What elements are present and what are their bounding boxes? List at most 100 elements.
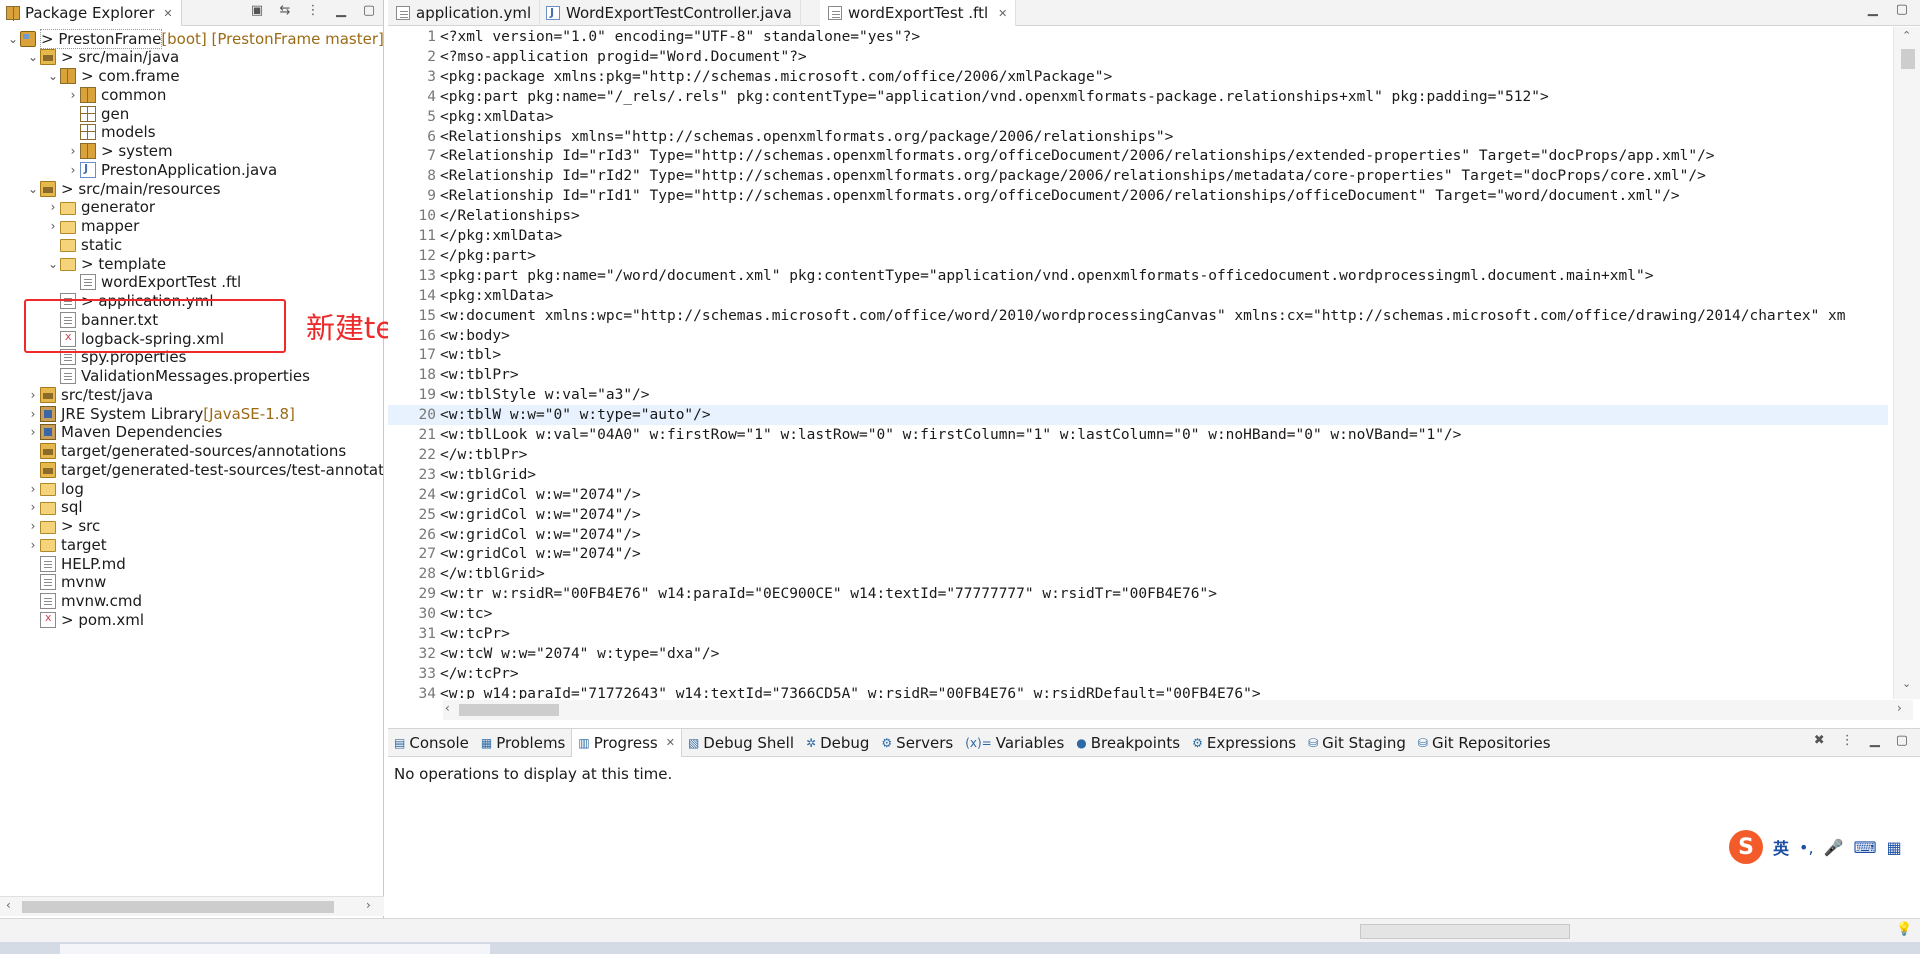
chevron-right-icon[interactable]: › [46, 200, 60, 214]
scroll-left-icon[interactable]: ‹ [445, 701, 450, 715]
chevron-right-icon[interactable]: › [26, 519, 40, 533]
code-line[interactable]: 29 <w:tr w:rsidR="00FB4E76" w14:paraId="0… [388, 584, 1888, 604]
scroll-right-icon[interactable]: › [366, 898, 371, 912]
tab-variables[interactable]: (x)= Variables [959, 729, 1070, 757]
chevron-right-icon[interactable]: › [26, 388, 40, 402]
code-line[interactable]: 31 <w:tcPr> [388, 624, 1888, 644]
code-line[interactable]: 12 </pkg:part> [388, 246, 1888, 266]
tab-breakpoints[interactable]: ● Breakpoints [1070, 729, 1186, 757]
code-line[interactable]: 17 <w:tbl> [388, 345, 1888, 365]
view-menu-icon[interactable]: ⋮ [1841, 733, 1854, 748]
code-line[interactable]: 26 <w:gridCol w:w="2074"/> [388, 525, 1888, 545]
minimize-icon[interactable]: ▁ [1870, 733, 1880, 748]
code-line[interactable]: 10 </Relationships> [388, 206, 1888, 226]
editor-tab-0[interactable]: application.yml [388, 0, 541, 26]
scrollbar-thumb[interactable] [459, 704, 559, 716]
editor-tab-2[interactable]: wordExportTest .ftl ✕ [820, 0, 1017, 26]
tab-problems[interactable]: ▦ Problems [475, 729, 571, 757]
chevron-down-icon[interactable]: ⌄ [26, 50, 40, 64]
link-editor-icon[interactable]: ⇆ [277, 3, 293, 18]
code-line[interactable]: 22 </w:tblPr> [388, 445, 1888, 465]
ime-toolbar[interactable]: S 英 •, 🎤 ⌨ ▦ [1729, 830, 1902, 864]
code-line[interactable]: 3 <pkg:package xmlns:pkg="http://schemas.… [388, 67, 1888, 87]
editor-vertical-scrollbar[interactable]: ⌃ ⌄ [1893, 27, 1920, 699]
close-icon[interactable]: ✕ [998, 7, 1007, 20]
code-line[interactable]: 24 <w:gridCol w:w="2074"/> [388, 485, 1888, 505]
code-line[interactable]: 25 <w:gridCol w:w="2074"/> [388, 505, 1888, 525]
code-line[interactable]: 32 <w:tcW w:w="2074" w:type="dxa"/> [388, 644, 1888, 664]
close-icon[interactable]: ✕ [666, 736, 675, 749]
chevron-right-icon[interactable]: › [26, 538, 40, 552]
view-menu-icon[interactable]: ⋮ [305, 3, 321, 18]
maximize-icon[interactable]: ▢ [1896, 2, 1908, 17]
code-line[interactable]: 8 <Relationship Id="rId2" Type="http://sc… [388, 166, 1888, 186]
chevron-down-icon[interactable]: ⌄ [46, 257, 60, 271]
chevron-right-icon[interactable]: › [66, 144, 80, 158]
collapse-all-icon[interactable]: ▣ [249, 3, 265, 18]
chevron-right-icon[interactable]: › [66, 88, 80, 102]
chevron-right-icon[interactable]: › [26, 407, 40, 421]
punctuation-icon[interactable]: •, [1799, 838, 1814, 857]
sogou-logo-icon[interactable]: S [1729, 830, 1763, 864]
code-line[interactable]: 34 <w:p w14:paraId="71772643" w14:textId=… [388, 684, 1888, 699]
scroll-down-icon[interactable]: ⌄ [1902, 677, 1911, 690]
taskbar-window[interactable] [60, 944, 490, 954]
chevron-down-icon[interactable]: ⌄ [46, 69, 60, 83]
scroll-left-icon[interactable]: ‹ [6, 898, 11, 912]
tab-debug-shell[interactable]: ▧ Debug Shell [682, 729, 800, 757]
tree-item-file-pom-xml[interactable]: > pom.xml [0, 608, 383, 631]
minimize-icon[interactable]: ▁ [333, 3, 349, 18]
scrollbar-thumb[interactable] [1901, 49, 1915, 69]
scroll-right-icon[interactable]: › [1897, 701, 1902, 715]
chevron-right-icon[interactable]: › [26, 482, 40, 496]
editor-horizontal-scrollbar[interactable]: ‹ › [443, 700, 1913, 720]
tab-expressions[interactable]: ⚙ Expressions [1186, 729, 1302, 757]
tab-debug[interactable]: ✲ Debug [800, 729, 875, 757]
code-line[interactable]: 1 <?xml version="1.0" encoding="UTF-8" st… [388, 27, 1888, 47]
scrollbar-thumb[interactable] [22, 901, 334, 913]
tab-progress[interactable]: ▥ Progress ✕ [571, 728, 682, 757]
code-line[interactable]: 23 <w:tblGrid> [388, 465, 1888, 485]
ime-language[interactable]: 英 [1773, 835, 1789, 859]
code-line[interactable]: 13 <pkg:part pkg:name="/word/document.xml… [388, 266, 1888, 286]
microphone-icon[interactable]: 🎤 [1824, 838, 1844, 857]
code-line[interactable]: 18 <w:tblPr> [388, 365, 1888, 385]
code-line[interactable]: 30 <w:tc> [388, 604, 1888, 624]
chevron-down-icon[interactable]: ⌄ [26, 182, 40, 196]
scroll-up-icon[interactable]: ⌃ [1902, 29, 1911, 42]
code-line[interactable]: 16 <w:body> [388, 326, 1888, 346]
maximize-icon[interactable]: ▢ [1896, 733, 1908, 748]
code-line[interactable]: 20 <w:tblW w:w="0" w:type="auto"/> [388, 405, 1888, 426]
close-icon[interactable]: ✕ [163, 7, 172, 20]
tab-git-repositories[interactable]: ⛁ Git Repositories [1412, 729, 1557, 757]
tab-git-staging[interactable]: ⛁ Git Staging [1302, 729, 1412, 757]
chevron-right-icon[interactable]: › [26, 425, 40, 439]
code-line[interactable]: 28 </w:tblGrid> [388, 564, 1888, 584]
code-line[interactable]: 9 <Relationship Id="rId1" Type="http://sc… [388, 186, 1888, 206]
chevron-right-icon[interactable]: › [46, 219, 60, 233]
code-line[interactable]: 33 </w:tcPr> [388, 664, 1888, 684]
tab-package-explorer[interactable]: Package Explorer ✕ [0, 0, 182, 26]
chevron-right-icon[interactable]: › [26, 500, 40, 514]
code-line[interactable]: 21 <w:tblLook w:val="04A0" w:firstRow="1"… [388, 425, 1888, 445]
editor-tab-1[interactable]: WordExportTestController.java [538, 0, 801, 26]
code-line[interactable]: 5 <pkg:xmlData> [388, 107, 1888, 127]
chevron-right-icon[interactable]: › [66, 163, 80, 177]
grid-menu-icon[interactable]: ▦ [1887, 838, 1902, 857]
keyboard-icon[interactable]: ⌨ [1853, 838, 1876, 857]
chevron-down-icon[interactable]: ⌄ [6, 32, 20, 46]
code-line[interactable]: 27 <w:gridCol w:w="2074"/> [388, 544, 1888, 564]
code-line[interactable]: 14 <pkg:xmlData> [388, 286, 1888, 306]
remove-all-icon[interactable]: ✖ [1814, 733, 1825, 748]
code-line[interactable]: 11 </pkg:xmlData> [388, 226, 1888, 246]
code-line[interactable]: 7 <Relationship Id="rId3" Type="http://sc… [388, 146, 1888, 166]
code-line[interactable]: 2 <?mso-application progid="Word.Document… [388, 47, 1888, 67]
code-line[interactable]: 6 <Relationships xmlns="http://schemas.op… [388, 127, 1888, 147]
tab-console[interactable]: ▤ Console [388, 729, 475, 757]
code-editor[interactable]: 1 <?xml version="1.0" encoding="UTF-8" st… [388, 27, 1888, 699]
code-line[interactable]: 19 <w:tblStyle w:val="a3"/> [388, 385, 1888, 405]
code-line[interactable]: 4 <pkg:part pkg:name="/_rels/.rels" pkg:c… [388, 87, 1888, 107]
minimize-icon[interactable]: ▁ [1868, 2, 1878, 17]
explorer-horizontal-scrollbar[interactable]: ‹ › [0, 896, 384, 916]
code-line[interactable]: 15 <w:document xmlns:wpc="http://schemas.… [388, 306, 1888, 326]
